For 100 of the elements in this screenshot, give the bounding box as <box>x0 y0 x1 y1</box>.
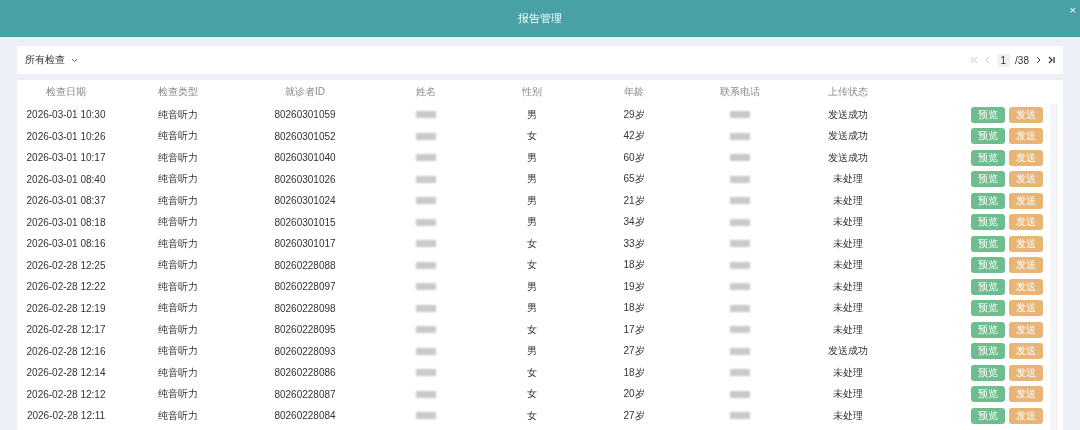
column-header: 姓名 <box>414 85 437 99</box>
redacted-block <box>415 304 436 312</box>
last-page-icon[interactable] <box>1047 56 1055 64</box>
table-cell-text: 19岁 <box>622 279 646 294</box>
redacted-block <box>415 218 436 226</box>
table-cell-text: 男 <box>525 279 538 294</box>
window-title: 报告管理 <box>518 11 562 26</box>
table-cell-text: 2026-03-01 08:18 <box>25 216 107 228</box>
preview-button[interactable]: 预览 <box>971 106 1005 123</box>
table-cell-text: 42岁 <box>622 129 646 144</box>
redacted-block <box>730 347 750 355</box>
table-cell-text: 发送成功 <box>827 129 869 144</box>
table-cell-text: 纯音听力 <box>156 236 199 251</box>
close-button[interactable]: × <box>1069 4 1076 16</box>
table-cell-text: 未处理 <box>832 236 864 251</box>
table-cell-text: 男 <box>525 193 538 208</box>
table-cell-text: 2026-03-01 10:17 <box>25 152 107 164</box>
preview-button[interactable]: 预览 <box>971 364 1005 381</box>
table-cell-text: 纯音听力 <box>156 215 199 230</box>
preview-button[interactable]: 预览 <box>971 149 1005 166</box>
preview-button[interactable]: 预览 <box>971 407 1005 424</box>
table-cell-text: 80260228087 <box>273 388 337 400</box>
redacted-block <box>730 326 750 334</box>
redacted-block <box>415 347 436 355</box>
send-button[interactable]: 发送 <box>1009 149 1043 166</box>
table-cell-text: 2026-02-28 12:17 <box>25 324 107 336</box>
page-number-field[interactable]: 1 <box>996 53 1011 67</box>
table-cell-text: 男 <box>525 172 538 187</box>
next-page-icon[interactable] <box>1034 56 1042 64</box>
table-cell-text: 未处理 <box>832 322 864 337</box>
table-cell-text: 21岁 <box>622 193 646 208</box>
table-cell-text: 27岁 <box>622 408 646 423</box>
table-cell-text: 纯音听力 <box>156 365 199 380</box>
table-cell-text: 未处理 <box>832 172 864 187</box>
table-cell-text: 未处理 <box>832 387 864 402</box>
redacted-block <box>730 197 750 205</box>
table-cell-text: 80260228093 <box>273 345 337 357</box>
send-button[interactable]: 发送 <box>1009 321 1043 338</box>
table-cell-text: 80260228084 <box>273 410 337 422</box>
table-cell-text: 发送成功 <box>827 150 869 165</box>
table-cell-text: 80260301052 <box>273 130 337 142</box>
redacted-block <box>415 197 436 205</box>
send-button[interactable]: 发送 <box>1009 300 1043 317</box>
column-header: 年龄 <box>623 85 645 99</box>
send-button[interactable]: 发送 <box>1009 235 1043 252</box>
table-cell-text: 发送成功 <box>827 107 869 122</box>
table-cell-text: 2026-02-28 12:19 <box>25 302 107 314</box>
send-button[interactable]: 发送 <box>1009 106 1043 123</box>
preview-button[interactable]: 预览 <box>971 321 1005 338</box>
table-cell-text: 男 <box>525 301 538 316</box>
send-button[interactable]: 发送 <box>1009 192 1043 209</box>
preview-button[interactable]: 预览 <box>971 386 1005 403</box>
send-button[interactable]: 发送 <box>1009 386 1043 403</box>
preview-button[interactable]: 预览 <box>971 300 1005 317</box>
previous-page-icon[interactable] <box>983 56 992 64</box>
table-cell-text: 纯音听力 <box>156 322 199 337</box>
preview-button[interactable]: 预览 <box>971 278 1005 295</box>
redacted-block <box>730 304 750 312</box>
preview-button[interactable]: 预览 <box>971 171 1005 188</box>
send-button[interactable]: 发送 <box>1009 128 1043 145</box>
table-cell-text: 女 <box>525 129 538 144</box>
redacted-block <box>415 132 436 140</box>
table-cell-text: 男 <box>525 215 538 230</box>
table-cell-text: 女 <box>525 236 538 251</box>
table-cell-text: 纯音听力 <box>156 301 199 316</box>
preview-button[interactable]: 预览 <box>971 235 1005 252</box>
table-cell-text: 发送成功 <box>827 344 869 359</box>
table-cell-text: 未处理 <box>832 193 864 208</box>
table-cell-text: 2026-02-28 12:12 <box>25 388 107 400</box>
table-cell-text: 女 <box>525 322 538 337</box>
filter-dropdown[interactable]: 所有检查 <box>25 53 78 67</box>
send-button[interactable]: 发送 <box>1009 171 1043 188</box>
column-header: 性别 <box>520 85 543 99</box>
page-total: /38 <box>1015 54 1029 66</box>
table-cell-text: 未处理 <box>832 365 864 380</box>
redacted-block <box>730 369 750 377</box>
send-button[interactable]: 发送 <box>1009 214 1043 231</box>
table-cell-text: 34岁 <box>622 215 646 230</box>
preview-button[interactable]: 预览 <box>971 192 1005 209</box>
first-page-icon[interactable] <box>970 56 979 64</box>
send-button[interactable]: 发送 <box>1009 343 1043 360</box>
send-button[interactable]: 发送 <box>1009 278 1043 295</box>
table-cell-text: 男 <box>525 344 538 359</box>
table-cell-text: 纯音听力 <box>156 258 199 273</box>
table-cell-text: 2026-02-28 12:14 <box>25 367 107 379</box>
column-header: 联系电话 <box>719 85 761 99</box>
redacted-block <box>730 390 750 398</box>
table-cell-text: 2026-03-01 10:30 <box>25 109 107 121</box>
preview-button[interactable]: 预览 <box>971 257 1005 274</box>
redacted-block <box>415 240 436 248</box>
table-cell-text: 2026-03-01 08:37 <box>25 195 107 207</box>
send-button[interactable]: 发送 <box>1009 364 1043 381</box>
send-button[interactable]: 发送 <box>1009 257 1043 274</box>
preview-button[interactable]: 预览 <box>971 214 1005 231</box>
preview-button[interactable]: 预览 <box>971 128 1005 145</box>
table-cell-text: 80260301040 <box>273 152 337 164</box>
send-button[interactable]: 发送 <box>1009 407 1043 424</box>
table-cell-text: 未处理 <box>832 215 864 230</box>
caret-icon <box>71 57 78 63</box>
preview-button[interactable]: 预览 <box>971 343 1005 360</box>
